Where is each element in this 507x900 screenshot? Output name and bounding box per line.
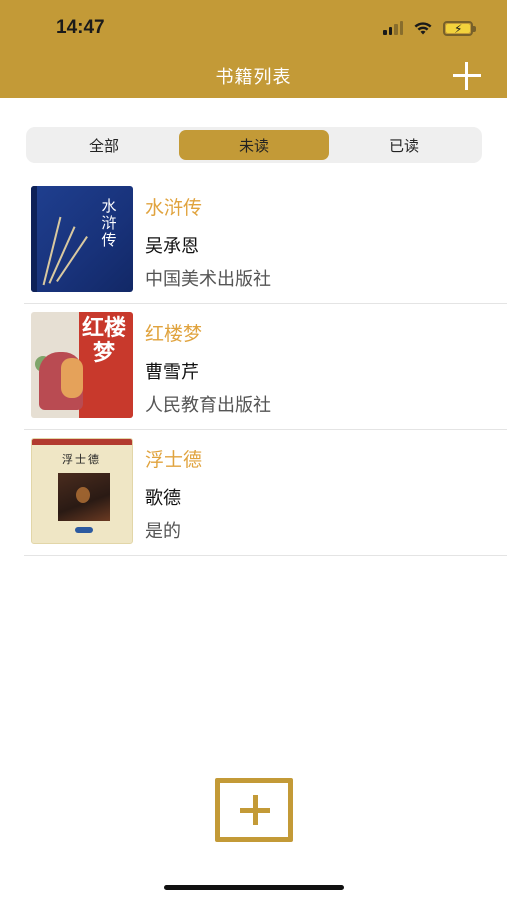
status-icons: ⚡ xyxy=(383,18,476,38)
home-indicator xyxy=(164,885,344,890)
wifi-icon xyxy=(414,21,432,34)
book-row[interactable]: 水浒传 水浒传 吴承恩 中国美术出版社 xyxy=(0,178,507,304)
book-author: 吴承恩 xyxy=(145,236,199,257)
page-title: 书籍列表 xyxy=(215,67,292,88)
segment-read[interactable]: 已读 xyxy=(329,130,479,160)
book-title: 水浒传 xyxy=(145,197,203,219)
segment-all[interactable]: 全部 xyxy=(29,130,179,160)
book-cover-title: 红楼梦 xyxy=(81,315,126,366)
status-time: 14:47 xyxy=(56,17,105,38)
book-title: 红楼梦 xyxy=(145,323,203,345)
book-author: 歌德 xyxy=(145,488,181,509)
book-cover-image: 浮士德 xyxy=(31,438,133,544)
nav-bar: 14:47 ⚡ 书籍列表 xyxy=(0,0,507,98)
book-publisher: 中国美术出版社 xyxy=(145,269,271,290)
book-cover-image: 水浒传 xyxy=(31,186,133,292)
add-book-plus-icon[interactable] xyxy=(453,62,481,90)
book-row[interactable]: 红楼梦 红楼梦 曹雪芹 人民教育出版社 xyxy=(0,304,507,430)
book-publisher: 是的 xyxy=(145,521,181,542)
segment-unread[interactable]: 未读 xyxy=(179,130,329,160)
book-cover-title: 浮士德 xyxy=(62,453,101,466)
battery-icon: ⚡ xyxy=(443,20,476,36)
book-author: 曹雪芹 xyxy=(145,362,199,383)
add-square-icon[interactable] xyxy=(215,778,293,842)
book-publisher: 人民教育出版社 xyxy=(145,395,271,416)
book-cover-title: 水浒传 xyxy=(101,197,117,249)
read-filter-segment: 全部 未读 已读 xyxy=(26,127,482,163)
book-row[interactable]: 浮士德 浮士德 歌德 是的 xyxy=(0,430,507,556)
row-divider xyxy=(24,555,507,556)
cellular-signal-icon xyxy=(383,21,403,35)
book-title: 浮士德 xyxy=(145,449,203,471)
book-cover-image: 红楼梦 xyxy=(31,312,133,418)
book-list: 水浒传 水浒传 吴承恩 中国美术出版社 红楼梦 红楼梦 曹雪芹 人民教育出版社 … xyxy=(0,178,507,556)
